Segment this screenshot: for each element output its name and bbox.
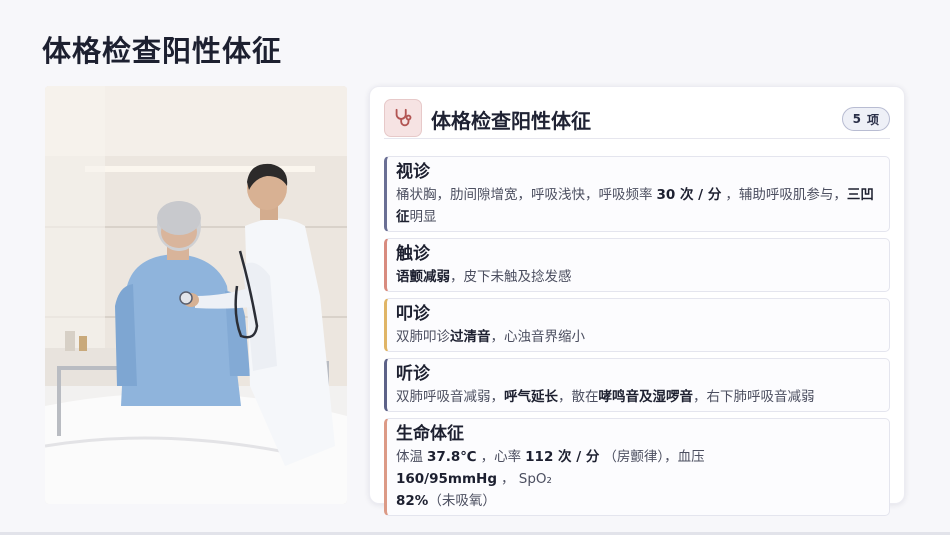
page-title: 体格检查阳性体征 (42, 34, 283, 68)
count-badge-number: 5 (852, 112, 861, 126)
exam-item-text: 语颤减弱，皮下未触及捻发感 (396, 269, 572, 285)
exam-item-text: 双肺呼吸音减弱，呼气延长，散在哮鸣音及湿啰音，右下肺呼吸音减弱 (396, 389, 815, 405)
exam-item-title: 生命体征 (396, 424, 464, 444)
exam-item-title: 叩诊 (396, 304, 430, 324)
positive-signs-card: 体格检查阳性体征 5 项 视诊 桶状胸，肋间隙增宽，呼吸浅快，呼吸频率 30 次 … (369, 86, 905, 516)
exam-item-title: 听诊 (396, 364, 430, 384)
doctor-patient-photo (45, 86, 347, 504)
exam-item-percussion: 叩诊 双肺叩诊过清音，心浊音界缩小 (384, 298, 890, 352)
exam-item-inspection: 视诊 桶状胸，肋间隙增宽，呼吸浅快，呼吸频率 30 次 / 分，辅助呼吸肌参与，三… (384, 156, 890, 232)
exam-item-auscultation: 听诊 双肺呼吸音减弱，呼气延长，散在哮鸣音及湿啰音，右下肺呼吸音减弱 (384, 358, 890, 412)
count-badge: 5 项 (841, 107, 890, 131)
exam-item-title: 视诊 (396, 162, 430, 182)
exam-item-vitals: 生命体征 体温 37.8℃ ，心率 112 次 / 分（房颤律），血压 160/95mm… (384, 418, 890, 516)
count-badge-unit: 项 (866, 112, 879, 127)
exam-item-text: 桶状胸，肋间隙增宽，呼吸浅快，呼吸频率 30 次 / 分，辅助呼吸肌参与，三凹征明… (396, 187, 874, 225)
exam-item-text: 双肺叩诊过清音，心浊音界缩小 (396, 329, 585, 345)
card-title: 体格检查阳性体征 (431, 109, 591, 133)
stethoscope-icon (384, 99, 422, 137)
doctor-patient-illustration (45, 86, 347, 504)
exam-item-text: 体温 37.8℃ ，心率 112 次 / 分（房颤律），血压 160/95mmHg， S… (396, 449, 705, 509)
exam-item-palpation: 触诊 语颤减弱，皮下未触及捻发感 (384, 238, 890, 292)
card-header: 体格检查阳性体征 5 项 (384, 99, 890, 139)
exam-item-title: 触诊 (396, 244, 430, 264)
exam-list: 视诊 桶状胸，肋间隙增宽，呼吸浅快，呼吸频率 30 次 / 分，辅助呼吸肌参与，三… (384, 156, 890, 522)
